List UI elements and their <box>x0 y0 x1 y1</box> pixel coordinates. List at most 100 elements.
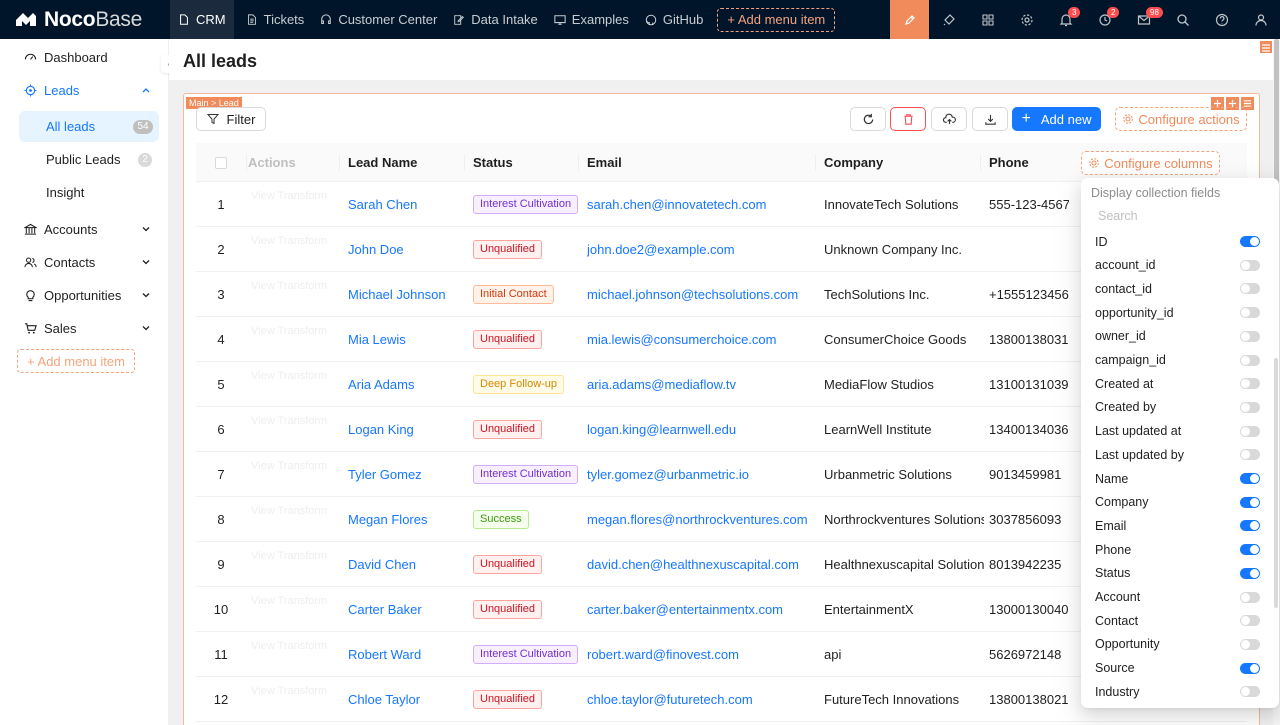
lead-name-link[interactable]: Carter Baker <box>348 587 463 631</box>
help-button[interactable] <box>1202 0 1241 39</box>
lead-name-link[interactable]: Sarah Chen <box>348 182 463 226</box>
email-link[interactable]: megan.flores@northrockventures.com <box>587 497 815 541</box>
column-field-campaign-id[interactable]: campaign_id <box>1085 349 1265 372</box>
column-picker-search-input[interactable]: Search <box>1090 205 1260 227</box>
row-actions[interactable]: View Transform <box>251 182 341 226</box>
email-link[interactable]: michael.johnson@techsolutions.com <box>587 272 815 316</box>
row-actions[interactable]: View Transform <box>251 452 341 496</box>
select-all-checkbox[interactable] <box>215 143 227 182</box>
brand-logo[interactable]: Noco Base <box>0 0 170 39</box>
column-field-company[interactable]: Company <box>1085 491 1265 514</box>
column-header-phone[interactable]: Phone <box>989 143 1029 182</box>
column-field-created-at[interactable]: Created at <box>1085 372 1265 395</box>
column-field-created-by[interactable]: Created by <box>1085 396 1265 419</box>
email-link[interactable]: robert.ward@finovest.com <box>587 632 815 676</box>
top-add-menu-item-button[interactable]: + Add menu item <box>717 7 836 32</box>
column-field-opportunity-id[interactable]: opportunity_id <box>1085 301 1265 324</box>
delete-button[interactable] <box>890 107 926 131</box>
top-nav-item-github[interactable]: GitHub <box>637 0 711 39</box>
column-toggle-switch[interactable] <box>1240 259 1260 271</box>
column-field-opportunity[interactable]: Opportunity <box>1085 633 1265 656</box>
column-toggle-switch[interactable] <box>1240 236 1260 247</box>
add-new-button[interactable]: + Add new <box>1012 107 1101 131</box>
column-toggle-switch[interactable] <box>1240 354 1260 366</box>
task-button[interactable]: 2 <box>1085 0 1124 39</box>
top-nav-item-tickets[interactable]: Tickets <box>238 0 313 39</box>
sidebar-item-accounts[interactable]: Accounts <box>0 213 169 245</box>
row-actions[interactable]: View Transform <box>251 227 341 271</box>
email-link[interactable]: david.chen@healthnexuscapital.com <box>587 542 815 586</box>
column-toggle-switch[interactable] <box>1240 378 1260 390</box>
lead-name-link[interactable]: Mia Lewis <box>348 317 463 361</box>
sidebar-item-leads[interactable]: Leads <box>0 74 169 106</box>
column-toggle-switch[interactable] <box>1240 330 1260 342</box>
configure-columns-button[interactable]: Configure columns <box>1081 151 1220 175</box>
column-toggle-switch[interactable] <box>1240 307 1260 319</box>
email-link[interactable]: carter.baker@entertainmentx.com <box>587 587 815 631</box>
row-actions[interactable]: View Transform <box>251 362 341 406</box>
sidebar-item-dashboard[interactable]: Dashboard <box>0 41 169 73</box>
mail-button[interactable]: 98 <box>1124 0 1163 39</box>
refresh-button[interactable] <box>850 107 886 131</box>
column-toggle-switch[interactable] <box>1240 567 1260 579</box>
column-toggle-switch[interactable] <box>1240 449 1260 461</box>
lead-name-link[interactable]: Logan King <box>348 407 463 451</box>
sidebar-subitem-insight[interactable]: Insight <box>19 177 159 208</box>
column-toggle-switch[interactable] <box>1240 591 1260 603</box>
email-link[interactable]: tyler.gomez@urbanmetric.io <box>587 452 815 496</box>
apps-button[interactable] <box>968 0 1007 39</box>
sidebar-item-sales[interactable]: Sales <box>0 312 169 344</box>
column-toggle-switch[interactable] <box>1240 520 1260 532</box>
column-field-id[interactable]: ID <box>1085 230 1265 253</box>
column-field-account-id[interactable]: account_id <box>1085 254 1265 277</box>
column-field-phone[interactable]: Phone <box>1085 538 1265 561</box>
column-field-status[interactable]: Status <box>1085 562 1265 585</box>
user-button[interactable] <box>1241 0 1280 39</box>
row-actions[interactable]: View Transform <box>251 542 341 586</box>
row-actions[interactable]: View Transform <box>251 632 341 676</box>
column-toggle-switch[interactable] <box>1240 638 1260 650</box>
column-field-email[interactable]: Email <box>1085 514 1265 537</box>
top-nav-item-examples[interactable]: Examples <box>546 0 637 39</box>
column-toggle-switch[interactable] <box>1240 473 1260 484</box>
export-button[interactable] <box>972 107 1008 131</box>
search-button[interactable] <box>1163 0 1202 39</box>
column-toggle-switch[interactable] <box>1240 615 1260 627</box>
column-toggle-switch[interactable] <box>1240 544 1260 556</box>
configure-actions-button[interactable]: Configure actions <box>1115 107 1247 131</box>
column-toggle-switch[interactable] <box>1240 496 1260 508</box>
column-toggle-switch[interactable] <box>1240 401 1260 413</box>
lead-name-link[interactable]: Michael Johnson <box>348 272 463 316</box>
email-link[interactable]: mia.lewis@consumerchoice.com <box>587 317 815 361</box>
import-button[interactable] <box>931 107 967 131</box>
lead-name-link[interactable]: Tyler Gomez <box>348 452 463 496</box>
sidebar-item-opportunities[interactable]: Opportunities <box>0 279 169 311</box>
top-nav-item-customer-center[interactable]: Customer Center <box>312 0 445 39</box>
column-field-source[interactable]: Source <box>1085 657 1265 680</box>
column-field-name[interactable]: Name <box>1085 467 1265 490</box>
row-actions[interactable]: View Transform <box>251 317 341 361</box>
top-nav-item-crm[interactable]: CRM <box>170 0 234 39</box>
top-nav-item-data-intake[interactable]: Data Intake <box>445 0 546 39</box>
column-toggle-switch[interactable] <box>1240 686 1260 698</box>
column-field-last-updated-by[interactable]: Last updated by <box>1085 443 1265 466</box>
sidebar-item-contacts[interactable]: Contacts <box>0 246 169 278</box>
settings-button[interactable] <box>1007 0 1046 39</box>
email-link[interactable]: logan.king@learnwell.edu <box>587 407 815 451</box>
row-actions[interactable]: View Transform <box>251 587 341 631</box>
ui-editor-button[interactable] <box>890 0 929 39</box>
row-actions[interactable]: View Transform <box>251 272 341 316</box>
sidebar-subitem-public-leads[interactable]: Public Leads 2 <box>19 144 159 175</box>
sidebar-subitem-all-leads[interactable]: All leads 54 <box>19 111 159 142</box>
column-header-company[interactable]: Company <box>824 143 883 182</box>
column-toggle-switch[interactable] <box>1240 662 1260 674</box>
column-header-email[interactable]: Email <box>587 143 622 182</box>
column-toggle-switch[interactable] <box>1240 425 1260 437</box>
row-actions[interactable]: View Transform <box>251 497 341 541</box>
column-field-industry[interactable]: Industry <box>1085 680 1265 703</box>
column-toggle-switch[interactable] <box>1240 283 1260 295</box>
column-field-last-updated-at[interactable]: Last updated at <box>1085 420 1265 443</box>
row-actions[interactable]: View Transform <box>251 677 341 721</box>
lead-name-link[interactable]: Megan Flores <box>348 497 463 541</box>
lead-name-link[interactable]: David Chen <box>348 542 463 586</box>
